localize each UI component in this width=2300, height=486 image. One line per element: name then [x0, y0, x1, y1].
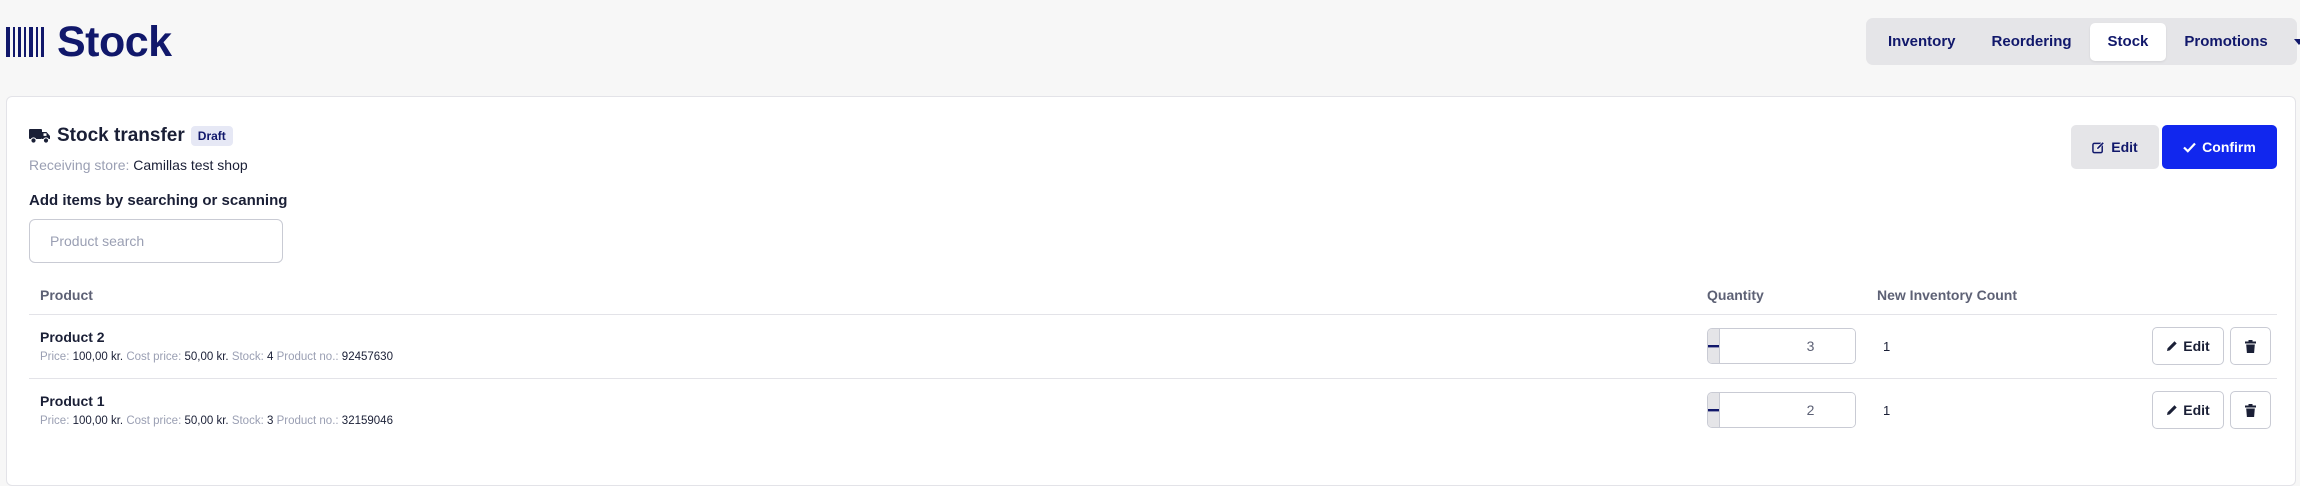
product-no-value: 32159046	[341, 415, 393, 427]
barcode-icon	[6, 27, 47, 57]
minus-icon	[1708, 408, 1719, 411]
row-edit-label: Edit	[2183, 338, 2210, 354]
receiving-store-label: Receiving store:	[29, 157, 130, 173]
confirm-button[interactable]: Confirm	[2162, 125, 2277, 169]
cost-value: 50,00 kr.	[184, 415, 229, 427]
product-meta: Price: 100,00 kr. Cost price: 50,00 kr. …	[40, 415, 393, 427]
column-header-product: Product	[40, 287, 93, 303]
new-inventory-count: 1	[1883, 339, 1891, 354]
main-nav: Inventory Reordering Stock Promotions	[1866, 18, 2300, 65]
row-delete-button[interactable]	[2230, 391, 2271, 429]
tab-stock[interactable]: Stock	[2089, 22, 2167, 61]
tab-reordering[interactable]: Reordering	[1974, 23, 2090, 61]
status-badge: Draft	[190, 126, 233, 146]
trash-icon	[2245, 339, 2256, 353]
row-edit-label: Edit	[2183, 402, 2210, 418]
table-row: Product 1 Price: 100,00 kr. Cost price: …	[29, 379, 2277, 442]
more-nav-button[interactable]	[2286, 23, 2300, 61]
cost-label: Cost price	[126, 351, 179, 363]
minus-icon	[1708, 344, 1719, 347]
quantity-stepper	[1707, 328, 1856, 364]
table-row: Product 2 Price: 100,00 kr. Cost price: …	[29, 315, 2277, 378]
edit-square-icon	[2092, 140, 2105, 153]
row-delete-button[interactable]	[2230, 327, 2271, 365]
truck-icon	[29, 129, 50, 144]
price-label: Price	[40, 415, 67, 427]
quantity-input[interactable]	[1719, 329, 1855, 363]
product-no-label: Product no.:	[276, 351, 339, 363]
product-no-value: 92457630	[341, 351, 393, 363]
cost-value: 50,00 kr.	[184, 351, 229, 363]
product-name: Product 2	[40, 329, 105, 345]
price-value: 100,00 kr.	[72, 351, 124, 363]
stock-value: 4	[266, 351, 274, 363]
app-title: Stock	[57, 18, 172, 66]
page-title: Stock transfer	[57, 125, 185, 146]
receiving-store-value: Camillas test shop	[133, 157, 248, 173]
product-search-input[interactable]	[29, 219, 283, 263]
decrement-button[interactable]	[1708, 393, 1719, 427]
price-label: Price	[40, 351, 67, 363]
column-header-new-count: New Inventory Count	[1877, 287, 2018, 303]
edit-transfer-label: Edit	[2111, 139, 2138, 155]
pencil-icon	[2167, 341, 2177, 351]
confirm-label: Confirm	[2202, 139, 2256, 155]
tab-inventory[interactable]: Inventory	[1870, 23, 1974, 61]
decrement-button[interactable]	[1708, 329, 1719, 363]
new-inventory-count: 1	[1883, 403, 1891, 418]
app-header: Stock Inventory Reordering Stock Promoti…	[0, 0, 2300, 88]
transfer-title-row: Stock transfer Draft	[29, 125, 233, 147]
edit-transfer-button[interactable]: Edit	[2071, 125, 2159, 169]
column-header-quantity: Quantity	[1707, 287, 1764, 303]
app-logo: Stock	[6, 16, 172, 68]
stock-value: 3	[266, 415, 274, 427]
stock-transfer-card: Stock transfer Draft Receiving store: Ca…	[6, 96, 2296, 486]
check-icon	[2183, 142, 2196, 153]
stock-label: Stock	[231, 415, 261, 427]
stock-label: Stock	[231, 351, 261, 363]
quantity-input[interactable]	[1719, 393, 1855, 427]
quantity-stepper	[1707, 392, 1856, 428]
search-label: Add items by searching or scanning	[29, 192, 288, 209]
product-meta: Price: 100,00 kr. Cost price: 50,00 kr. …	[40, 351, 393, 363]
tab-promotions[interactable]: Promotions	[2166, 23, 2285, 61]
price-value: 100,00 kr.	[72, 415, 124, 427]
pencil-icon	[2167, 405, 2177, 415]
trash-icon	[2245, 403, 2256, 417]
receiving-store: Receiving store: Camillas test shop	[29, 157, 248, 173]
product-name: Product 1	[40, 393, 105, 409]
row-edit-button[interactable]: Edit	[2152, 391, 2224, 429]
cost-label: Cost price	[126, 415, 179, 427]
row-edit-button[interactable]: Edit	[2152, 327, 2224, 365]
caret-down-icon	[2293, 38, 2300, 45]
product-no-label: Product no.:	[276, 415, 339, 427]
